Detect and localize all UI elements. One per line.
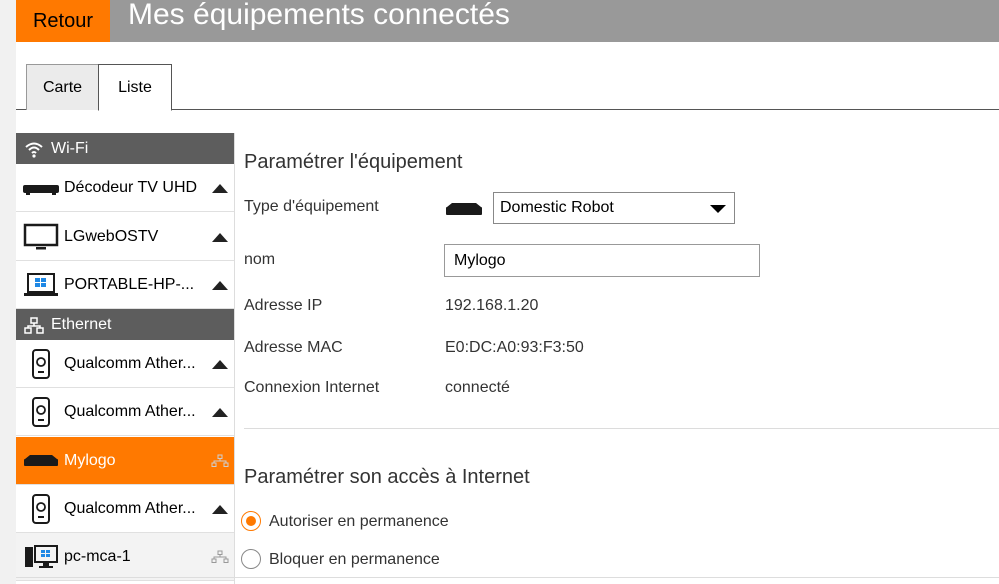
ethernet-section-header[interactable]: Ethernet	[16, 309, 234, 340]
section-title-internet-access: Paramétrer son accès à Internet	[244, 466, 530, 488]
device-row-pc-mca-1[interactable]: pc-mca-1	[16, 533, 234, 581]
device-row-qualcomm-1[interactable]: Qualcomm Ather...	[16, 340, 234, 388]
radio-block-label: Bloquer en permanence	[269, 551, 440, 568]
back-button[interactable]: Retour	[16, 0, 110, 42]
tab-carte[interactable]: Carte	[26, 64, 99, 110]
ethernet-section-label: Ethernet	[51, 316, 112, 333]
device-sidebar: Wi-Fi Décodeur TV UHD LGwebOSTV PORTABLE…	[16, 133, 235, 584]
device-label: pc-mca-1	[64, 548, 131, 565]
name-field[interactable]	[444, 244, 760, 277]
section-title-equipment: Paramétrer l'équipement	[244, 151, 463, 173]
device-label: Qualcomm Ather...	[64, 403, 196, 420]
mac-label: Adresse MAC	[244, 339, 343, 356]
equipment-type-select[interactable]: Domestic Robot	[493, 192, 735, 224]
collapse-triangle-icon	[212, 505, 228, 514]
device-row-qualcomm-3[interactable]: Qualcomm Ather...	[16, 485, 234, 533]
left-gutter	[0, 0, 16, 584]
equipment-type-value: Domestic Robot	[500, 199, 614, 216]
collapse-triangle-icon	[212, 281, 228, 290]
powerline-icon	[32, 494, 50, 524]
wifi-section-header[interactable]: Wi-Fi	[16, 133, 234, 164]
decoder-icon	[23, 185, 59, 195]
collapse-triangle-icon	[212, 408, 228, 417]
ip-value: 192.168.1.20	[445, 297, 539, 314]
bottom-border	[16, 577, 999, 578]
tab-liste[interactable]: Liste	[98, 64, 172, 111]
tv-icon	[23, 223, 59, 250]
name-label: nom	[244, 251, 276, 268]
device-label: Décodeur TV UHD	[64, 179, 198, 196]
ethernet-link-icon	[211, 454, 229, 467]
network-icon	[24, 317, 44, 334]
device-row-decodeur[interactable]: Décodeur TV UHD	[16, 164, 234, 212]
radio-block[interactable]	[241, 549, 261, 569]
laptop-icon	[24, 273, 58, 296]
ethernet-link-icon	[211, 550, 229, 563]
device-label: LGwebOSTV	[64, 228, 159, 245]
device-label: Mylogo	[64, 452, 116, 469]
device-row-mylogo[interactable]: Mylogo	[16, 437, 234, 485]
type-label: Type d'équipement	[244, 198, 379, 215]
wifi-icon	[25, 142, 43, 158]
collapse-triangle-icon	[212, 233, 228, 242]
collapse-triangle-icon	[212, 360, 228, 369]
radio-allow[interactable]	[241, 511, 261, 531]
device-label: PORTABLE-HP-...	[64, 276, 195, 293]
section-divider	[244, 428, 999, 429]
connection-value: connecté	[445, 379, 510, 396]
device-row-qualcomm-2[interactable]: Qualcomm Ather...	[16, 388, 234, 436]
connection-label: Connexion Internet	[244, 379, 380, 396]
mac-value: E0:DC:A0:93:F3:50	[445, 339, 584, 356]
device-row-portable-hp[interactable]: PORTABLE-HP-...	[16, 261, 234, 309]
page-title: Mes équipements connectés	[128, 0, 510, 31]
robot-device-icon	[24, 455, 58, 466]
ip-label: Adresse IP	[244, 297, 323, 314]
device-label: Qualcomm Ather...	[64, 355, 196, 372]
device-row-lgwebostv[interactable]: LGwebOSTV	[16, 213, 234, 261]
radio-allow-label: Autoriser en permanence	[269, 513, 449, 530]
desktop-icon	[25, 545, 58, 568]
powerline-icon	[32, 349, 50, 379]
robot-device-icon	[446, 203, 482, 215]
chevron-down-icon	[710, 205, 726, 213]
wifi-section-label: Wi-Fi	[51, 140, 89, 157]
collapse-triangle-icon	[212, 184, 228, 193]
powerline-icon	[32, 397, 50, 427]
device-label: Qualcomm Ather...	[64, 500, 196, 517]
